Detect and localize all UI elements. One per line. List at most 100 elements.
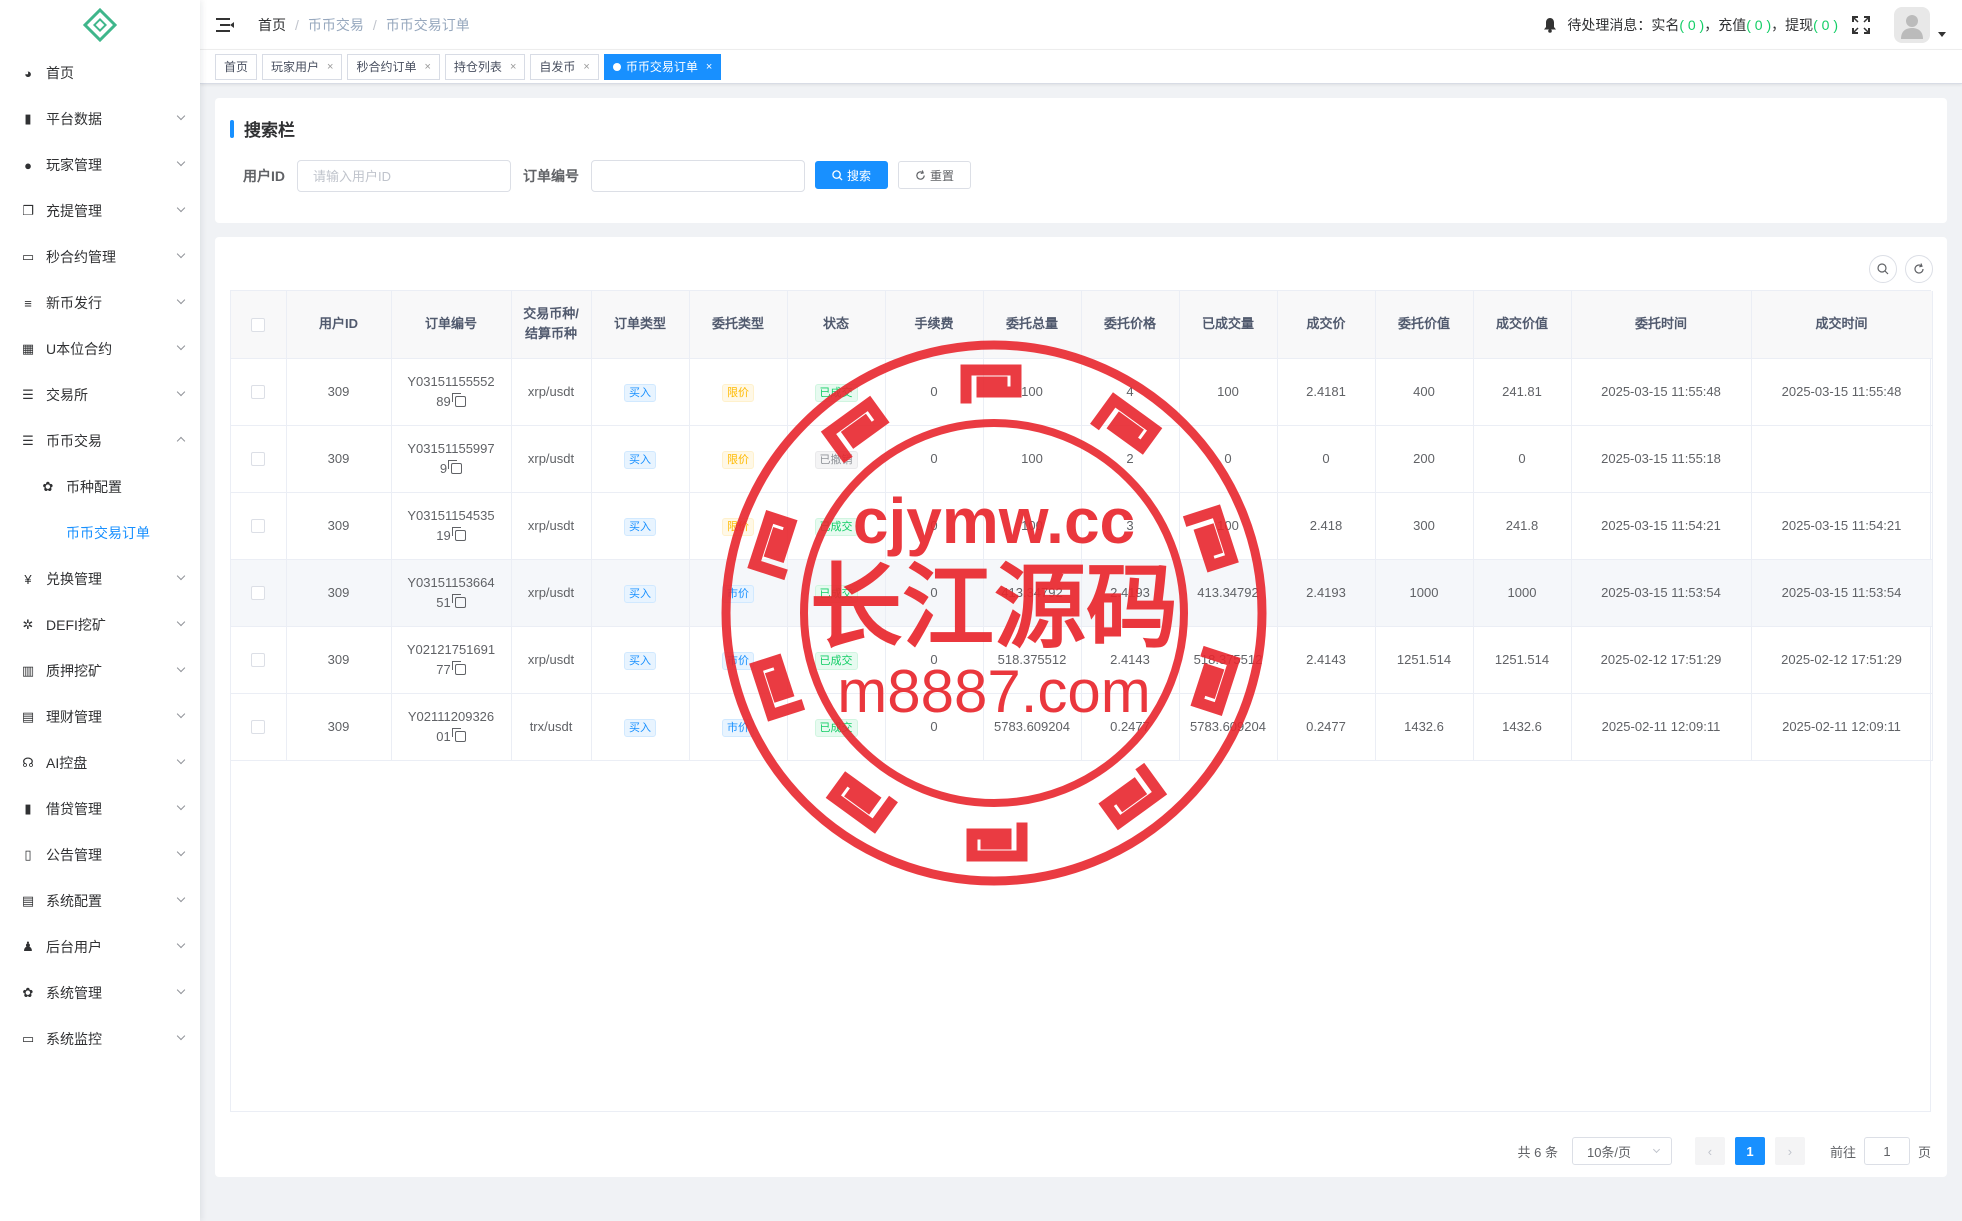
user-id-input[interactable] bbox=[297, 160, 511, 192]
status-badge: 已成交 bbox=[814, 584, 858, 603]
row-checkbox[interactable] bbox=[251, 720, 266, 735]
order-no-input[interactable] bbox=[591, 160, 805, 192]
notice-recharge[interactable]: 充值( 0 ) bbox=[1718, 15, 1771, 35]
fullscreen-icon[interactable] bbox=[1852, 16, 1870, 34]
table-row[interactable]: 309 Y02111209326 01 trx/usdt 买入 市价 已成交 0 5783.60… bbox=[231, 693, 1933, 761]
notice-label: 待处理消息： bbox=[1567, 17, 1652, 33]
cell-total: 100 bbox=[1021, 383, 1043, 399]
row-checkbox[interactable] bbox=[251, 519, 266, 534]
table-row[interactable]: 309 Y03151155552 89 xrp/usdt 买入 限价 已成交 0 100 4 100… bbox=[231, 358, 1933, 426]
avatar[interactable] bbox=[1894, 7, 1930, 43]
sidebar-item-label: 质押挖矿 bbox=[46, 663, 102, 679]
sidebar-item-label: 理财管理 bbox=[46, 709, 102, 725]
close-icon[interactable]: × bbox=[327, 61, 333, 73]
sidebar-item[interactable]: ▤ 理财管理 bbox=[0, 694, 200, 740]
sidebar-item[interactable]: ¥ 兑换管理 bbox=[0, 556, 200, 602]
sidebar-item[interactable]: ☰ 币币交易 bbox=[0, 418, 200, 464]
bell-icon[interactable] bbox=[1543, 17, 1557, 33]
sidebar-item[interactable]: ▭ 秒合约管理 bbox=[0, 234, 200, 280]
column-header: 委托价格 bbox=[1081, 291, 1180, 359]
copy-icon[interactable] bbox=[451, 392, 466, 407]
sidebar-item[interactable]: ◕ 首页 bbox=[0, 50, 200, 96]
notice-realname[interactable]: 实名( 0 ) bbox=[1651, 15, 1704, 35]
column-header: 委托时间 bbox=[1571, 291, 1752, 359]
table-row[interactable]: 309 Y03151153664 51 xrp/usdt 买入 市价 已成交 0 413.347… bbox=[231, 559, 1933, 627]
cell-fee: 0 bbox=[930, 718, 938, 734]
cell-entrust-value: 300 bbox=[1413, 517, 1435, 533]
search-button[interactable]: 搜索 bbox=[815, 161, 888, 189]
sidebar-item[interactable]: ▤ 系统配置 bbox=[0, 878, 200, 924]
close-icon[interactable]: × bbox=[424, 61, 430, 73]
sidebar-item[interactable]: ▮ 平台数据 bbox=[0, 96, 200, 142]
copy-icon[interactable] bbox=[451, 593, 466, 608]
sidebar-item[interactable]: ▥ 质押挖矿 bbox=[0, 648, 200, 694]
sidebar-item[interactable]: ▯ 公告管理 bbox=[0, 832, 200, 878]
close-icon[interactable]: × bbox=[510, 61, 516, 73]
column-header: 交易币种/结算币种 bbox=[511, 291, 592, 359]
prev-page-button[interactable]: ‹ bbox=[1694, 1137, 1725, 1165]
search-card: 搜索栏 用户ID 订单编号 搜索 重置 bbox=[215, 98, 1947, 223]
notice-withdraw[interactable]: 提现( 0 ) bbox=[1785, 15, 1838, 35]
select-all-checkbox[interactable] bbox=[251, 317, 266, 332]
copy-icon[interactable] bbox=[451, 727, 466, 742]
sidebar-item[interactable]: ♟ 后台用户 bbox=[0, 924, 200, 970]
sidebar-item[interactable]: ▦ U本位合约 bbox=[0, 326, 200, 372]
tag-item[interactable]: 持仓列表 × bbox=[444, 53, 526, 80]
sidebar-item[interactable]: ✿ 币种配置 bbox=[0, 464, 200, 510]
sidebar-item[interactable]: ☰ 交易所 bbox=[0, 372, 200, 418]
sidebar-item-label: 兑换管理 bbox=[46, 571, 102, 587]
logo[interactable] bbox=[0, 0, 200, 50]
chevron-down-icon bbox=[1652, 1145, 1661, 1154]
row-checkbox[interactable] bbox=[251, 452, 266, 467]
entrust-type-badge: 市价 bbox=[722, 584, 754, 603]
sidebar-item[interactable]: ✲ DEFI挖矿 bbox=[0, 602, 200, 648]
book-icon: ▮ bbox=[24, 111, 32, 126]
cell-order-no: Y03151155552 bbox=[407, 373, 495, 389]
cell-pair: xrp/usdt bbox=[527, 584, 575, 600]
copy-icon[interactable] bbox=[448, 459, 463, 474]
copy-icon[interactable] bbox=[451, 526, 466, 541]
copy-icon[interactable] bbox=[451, 660, 466, 675]
cell-total: 5783.609204 bbox=[994, 718, 1070, 734]
next-page-button[interactable]: › bbox=[1774, 1137, 1805, 1165]
refresh-table-button[interactable] bbox=[1905, 255, 1933, 283]
close-icon[interactable]: × bbox=[706, 61, 712, 73]
sidebar-item[interactable]: ☊ AI控盘 bbox=[0, 740, 200, 786]
sidebar-item[interactable]: ✿ 系统管理 bbox=[0, 970, 200, 1016]
book-icon: ▮ bbox=[24, 801, 32, 816]
close-icon[interactable]: × bbox=[583, 61, 589, 73]
page-number-1[interactable]: 1 bbox=[1734, 1137, 1765, 1165]
chevron-down-icon bbox=[176, 295, 186, 305]
toggle-search-button[interactable] bbox=[1869, 255, 1897, 283]
sidebar-item[interactable]: ▭ 系统监控 bbox=[0, 1016, 200, 1062]
row-checkbox[interactable] bbox=[251, 586, 266, 601]
hamburger-icon[interactable] bbox=[216, 17, 234, 32]
sidebar-item[interactable]: ≡ 新币发行 bbox=[0, 280, 200, 326]
sidebar-item[interactable]: 币币交易订单 bbox=[0, 510, 200, 556]
reset-button[interactable]: 重置 bbox=[898, 161, 971, 189]
row-checkbox[interactable] bbox=[251, 385, 266, 400]
tag-item[interactable]: 玩家用户 × bbox=[262, 53, 343, 80]
page-size-select[interactable]: 10条/页 bbox=[1571, 1137, 1672, 1165]
breadcrumb-home[interactable]: 首页 bbox=[258, 15, 286, 35]
sidebar-item-label: 后台用户 bbox=[46, 939, 102, 955]
row-checkbox[interactable] bbox=[251, 653, 266, 668]
search-title: 搜索栏 bbox=[230, 116, 295, 141]
tag-item[interactable]: 首页 bbox=[215, 53, 258, 80]
table-row[interactable]: 309 Y03151154535 19 xrp/usdt 买入 限价 已成交 0 100 3 100… bbox=[231, 492, 1933, 560]
sidebar-item[interactable]: ▮ 借贷管理 bbox=[0, 786, 200, 832]
table-row[interactable]: 309 Y02121751691 77 xrp/usdt 买入 市价 已成交 0 518.375… bbox=[231, 626, 1933, 694]
cell-deal-price: 2.418 bbox=[1309, 517, 1343, 533]
table-row[interactable]: 309 Y03151155997 9 xrp/usdt 买入 限价 已撤销 0 100 2 0 0 20… bbox=[231, 425, 1933, 493]
order-no-field: 订单编号 bbox=[523, 160, 805, 192]
cell-deal-time: 2025-03-15 11:53:54 bbox=[1781, 584, 1902, 600]
tag-item[interactable]: 币币交易订单 × bbox=[603, 53, 722, 80]
cell-filled: 5783.609204 bbox=[1190, 718, 1266, 734]
sidebar-item[interactable]: ● 玩家管理 bbox=[0, 142, 200, 188]
chevron-down-icon bbox=[176, 571, 186, 581]
sidebar-item[interactable]: ❐ 充提管理 bbox=[0, 188, 200, 234]
goto-page-input[interactable] bbox=[1863, 1137, 1910, 1165]
tag-item[interactable]: 秒合约订单 × bbox=[347, 53, 440, 80]
caret-down-icon[interactable] bbox=[1938, 31, 1946, 37]
tag-item[interactable]: 自发币 × bbox=[530, 53, 599, 80]
